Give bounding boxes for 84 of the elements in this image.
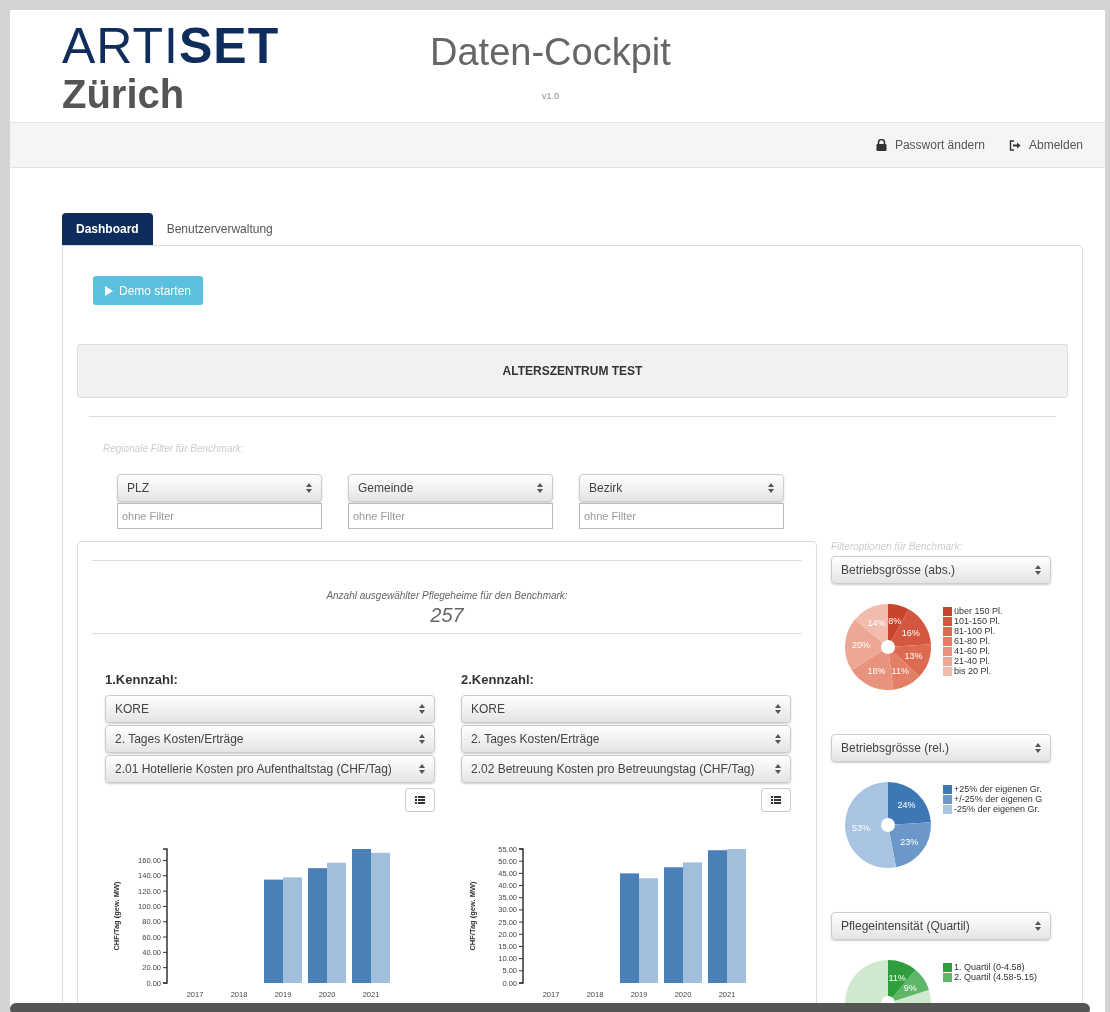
dropdown[interactable]: 2. Tages Kosten/Erträge xyxy=(461,724,791,753)
slice-label: 14% xyxy=(867,617,886,628)
legend-label: 61-80 Pl. xyxy=(954,636,991,646)
legend-swatch xyxy=(943,962,952,972)
select-arrows-icon xyxy=(768,483,774,493)
legend-label: +25% der eigenen Gr. xyxy=(954,784,1042,794)
select-arrows-icon xyxy=(537,483,543,493)
slice-label: 9% xyxy=(903,982,917,993)
dropdown[interactable]: PLZ xyxy=(117,474,322,502)
dropdown[interactable]: Betriebsgrösse (rel.) xyxy=(831,734,1051,762)
slice-label: 18% xyxy=(867,666,886,677)
scrollbar[interactable] xyxy=(10,1003,1090,1012)
legend-swatch xyxy=(943,972,952,982)
slice-label: 11% xyxy=(891,666,909,677)
slice-label: 8% xyxy=(888,615,902,626)
legend-label: 101-150 Pl. xyxy=(954,616,1001,626)
dropdown[interactable]: KORE xyxy=(105,694,435,723)
legend-swatch xyxy=(943,626,952,636)
legend-swatch xyxy=(943,616,952,626)
select-arrows-icon xyxy=(775,703,781,714)
benchmark-count: 257 xyxy=(430,603,464,627)
dropdown[interactable]: Betriebsgrösse (abs.) xyxy=(831,556,1051,584)
select-arrows-icon xyxy=(775,733,781,744)
dropdown[interactable]: 2.02 Betreuung Kosten pro Betreuungstag (CHF/Tag) xyxy=(461,754,791,783)
list-icon xyxy=(415,795,425,804)
slice-label: 20% xyxy=(852,640,871,651)
dropdown[interactable]: Gemeinde xyxy=(348,474,553,502)
filter-input[interactable]: ohne Filter xyxy=(117,503,322,529)
dropdown[interactable]: KORE xyxy=(461,694,791,723)
nav-link[interactable]: Passwort ändern xyxy=(875,136,985,154)
select-arrows-icon xyxy=(419,733,425,744)
slice-label: 16% xyxy=(901,627,920,638)
select-arrows-icon xyxy=(1035,921,1041,931)
kennzahl-heading: 1.Kennzahl: xyxy=(105,671,179,689)
legend-swatch xyxy=(943,784,952,794)
filter-input[interactable]: ohne Filter xyxy=(348,503,553,529)
slice-label: 13% xyxy=(904,651,923,662)
slice-label: 23% xyxy=(900,836,919,847)
tab[interactable]: Dashboard xyxy=(62,213,153,245)
logout-icon xyxy=(1008,139,1021,151)
legend-label: 41-60 Pl. xyxy=(954,646,991,656)
dropdown[interactable]: 2.01 Hotellerie Kosten pro Aufenthaltstag (CHF/Tag) xyxy=(105,754,435,783)
legend-label: bis 20 Pl. xyxy=(954,666,992,676)
legend-swatch xyxy=(943,636,952,646)
version-label: v1.0 xyxy=(541,90,559,103)
legend-swatch xyxy=(943,804,952,814)
legend-label: 81-100 Pl. xyxy=(954,626,996,636)
select-arrows-icon xyxy=(775,763,781,774)
app-title: Daten-Cockpit xyxy=(430,30,671,74)
select-arrows-icon xyxy=(306,483,312,493)
dropdown[interactable]: 2. Tages Kosten/Erträge xyxy=(105,724,435,753)
legend-label: 2. Quartil (4.58-5.15) xyxy=(954,972,1038,982)
select-arrows-icon xyxy=(419,703,425,714)
legend-label: 21-40 Pl. xyxy=(954,656,991,666)
slice-label: 24% xyxy=(897,800,916,811)
kennzahl-heading: 2.Kennzahl: xyxy=(461,671,535,689)
list-button[interactable] xyxy=(761,787,791,812)
select-arrows-icon xyxy=(1035,743,1041,753)
slice-label: 53% xyxy=(852,822,871,833)
tab[interactable]: Benutzerverwaltung xyxy=(152,213,287,245)
dropdown[interactable]: Pflegeintensität (Quartil) xyxy=(831,912,1051,940)
logo-city: Zürich xyxy=(62,72,186,116)
lock-icon xyxy=(875,139,887,151)
legend-swatch xyxy=(943,606,952,616)
logo-text: ARTISET xyxy=(62,20,281,72)
facility-banner: ALTERSZENTRUM TEST xyxy=(77,344,1068,398)
legend-label: +/-25% der eigenen G xyxy=(954,794,1043,804)
dropdown[interactable]: Bezirk xyxy=(579,474,784,502)
select-arrows-icon xyxy=(1035,565,1041,575)
nav-link[interactable]: Abmelden xyxy=(1008,136,1083,154)
slice-label: 11% xyxy=(888,972,906,983)
filter-input[interactable]: ohne Filter xyxy=(579,503,784,529)
select-arrows-icon xyxy=(419,763,425,774)
legend-label: über 150 Pl. xyxy=(954,606,1003,616)
play-icon xyxy=(105,285,113,296)
legend-swatch xyxy=(943,656,952,666)
list-icon xyxy=(771,795,781,804)
legend-label: -25% der eigenen Gr. xyxy=(954,804,1040,814)
legend-label: 1. Quartil (0-4.58) xyxy=(954,962,1025,972)
legend-swatch xyxy=(943,646,952,656)
list-button[interactable] xyxy=(405,787,435,812)
count-label: Anzahl ausgewählter Pflegeheime für den Benchmark: xyxy=(326,589,568,603)
legend-swatch xyxy=(943,794,952,804)
legend-swatch xyxy=(943,666,952,676)
